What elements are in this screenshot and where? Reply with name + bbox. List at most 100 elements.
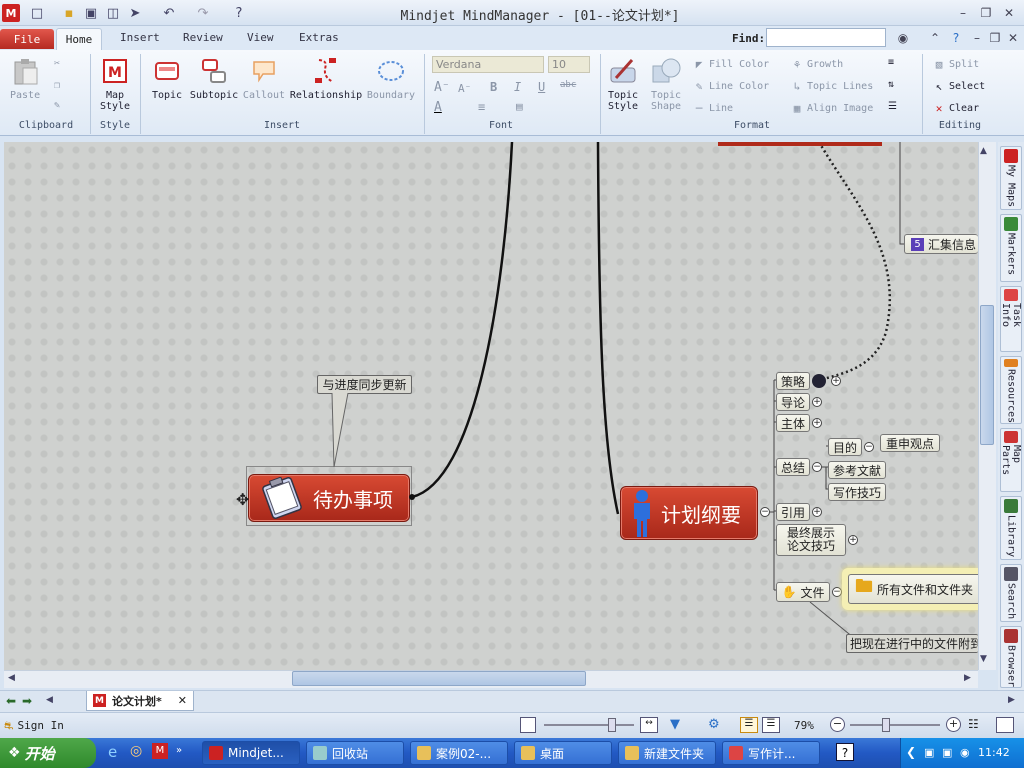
sign-in-button[interactable]: ⛐ Sign In bbox=[4, 719, 64, 734]
map-view-icon[interactable]: ☰ bbox=[740, 717, 758, 733]
topic-citation[interactable]: 引用 bbox=[776, 503, 810, 521]
subtopic-restate[interactable]: 重申观点 bbox=[880, 434, 940, 452]
forward-arrow-icon[interactable]: ➡ bbox=[22, 694, 32, 708]
zoom-in-icon[interactable]: + bbox=[946, 717, 961, 732]
fit-map-icon[interactable]: ↔ bbox=[640, 717, 658, 733]
numbering-icon[interactable]: ☰ bbox=[888, 101, 897, 112]
sort-icon[interactable]: ⇅ bbox=[888, 79, 894, 90]
display-icon[interactable]: ▣ bbox=[942, 746, 952, 759]
restore-button[interactable]: ❐ bbox=[975, 4, 997, 22]
align-icon[interactable]: ≡ bbox=[478, 100, 485, 114]
growth-button[interactable]: ⚘ Growth bbox=[790, 57, 843, 71]
font-size-select[interactable]: 10 bbox=[548, 56, 590, 73]
undo-icon[interactable]: ↶ bbox=[160, 4, 178, 22]
bullets-icon[interactable]: ≡ bbox=[888, 57, 894, 68]
topic-lines-button[interactable]: ↳ Topic Lines bbox=[790, 79, 874, 93]
zoom-slider-thumb[interactable] bbox=[882, 718, 890, 732]
expand-toggle[interactable]: + bbox=[812, 507, 822, 517]
tab-extras[interactable]: Extras bbox=[299, 31, 339, 49]
side-tab-browser[interactable]: Browser bbox=[1000, 626, 1022, 688]
topic-intro[interactable]: 导论 bbox=[776, 393, 810, 411]
topic-collect-info[interactable]: 5 汇集信息 bbox=[904, 234, 978, 254]
find-input[interactable] bbox=[766, 28, 886, 47]
expand-toggle[interactable]: + bbox=[812, 397, 822, 407]
back-arrow-icon[interactable]: ⬅ bbox=[6, 694, 16, 708]
send-icon[interactable]: ➤ bbox=[126, 4, 144, 22]
side-tab-task-info[interactable]: Task Info bbox=[1000, 286, 1022, 352]
horizontal-scroll-thumb[interactable] bbox=[292, 671, 586, 686]
map-style-button[interactable]: M Map Style bbox=[96, 56, 134, 112]
line-button[interactable]: ─ Line bbox=[692, 101, 733, 115]
close-button[interactable]: ✕ bbox=[998, 4, 1020, 22]
central-topic-plan[interactable]: 计划纲要 bbox=[620, 486, 758, 540]
bold-icon[interactable]: B bbox=[490, 80, 497, 94]
ribbon-collapse-icon[interactable]: ⌃ bbox=[924, 29, 946, 47]
taskbar-item-new-folder[interactable]: 新建文件夹 bbox=[618, 741, 716, 765]
expand-toggle[interactable]: + bbox=[831, 376, 841, 386]
doc-close-button[interactable]: ✕ bbox=[1002, 29, 1024, 47]
mindmanager-quicklaunch-icon[interactable]: M bbox=[152, 743, 168, 759]
side-tab-resources[interactable]: Resources bbox=[1000, 356, 1022, 424]
clear-button[interactable]: ✕ Clear bbox=[932, 101, 979, 115]
fit-page-icon[interactable]: ☷ bbox=[968, 717, 979, 731]
help-icon[interactable]: ? bbox=[945, 29, 967, 47]
subtopic-references[interactable]: 参考文献 bbox=[828, 461, 886, 479]
new-file-icon[interactable]: □ bbox=[28, 4, 46, 22]
central-topic-todo[interactable]: 待办事项 bbox=[248, 474, 410, 522]
collapse-toggle[interactable]: − bbox=[812, 462, 822, 472]
filter-icon[interactable]: ▼ bbox=[670, 717, 680, 732]
tab-view[interactable]: View bbox=[247, 31, 274, 49]
side-tab-search[interactable]: Search bbox=[1000, 564, 1022, 622]
zoom-slider[interactable] bbox=[850, 724, 940, 726]
side-tab-map-parts[interactable]: Map Parts bbox=[1000, 428, 1022, 492]
format-painter-icon[interactable]: ✎ bbox=[54, 100, 60, 111]
volume-icon[interactable]: ◉ bbox=[960, 746, 970, 759]
scroll-up-icon[interactable]: ▲ bbox=[980, 146, 987, 156]
redo-icon[interactable]: ↷ bbox=[194, 4, 212, 22]
font-name-select[interactable]: Verdana bbox=[432, 56, 544, 73]
vertical-scroll-thumb[interactable] bbox=[980, 305, 994, 445]
minimize-button[interactable]: – bbox=[952, 4, 974, 22]
subtopic-purpose[interactable]: 目的 bbox=[828, 438, 862, 456]
expand-toggle[interactable]: + bbox=[848, 535, 858, 545]
app-icon[interactable]: M bbox=[2, 4, 20, 22]
collapse-toggle[interactable]: − bbox=[864, 442, 874, 452]
expand-toggle[interactable]: + bbox=[812, 418, 822, 428]
tab-file[interactable]: File bbox=[0, 29, 54, 49]
topic-body[interactable]: 主体 bbox=[776, 414, 810, 432]
network-icon[interactable]: ▣ bbox=[924, 746, 934, 759]
subtopic-writing-tips[interactable]: 写作技巧 bbox=[828, 483, 886, 501]
topic-files[interactable]: ✋ 文件 bbox=[776, 582, 830, 602]
copy-icon[interactable]: ❐ bbox=[54, 80, 60, 91]
scroll-right-icon[interactable]: ▶ bbox=[964, 673, 971, 683]
fill-color-button[interactable]: ◤ Fill Color bbox=[692, 57, 770, 71]
zoom-out-icon[interactable]: − bbox=[830, 717, 845, 732]
align-image-button[interactable]: ▦ Align Image bbox=[790, 101, 874, 115]
close-tab-icon[interactable]: ✕ bbox=[178, 694, 187, 707]
panel-toggle-icon[interactable] bbox=[996, 717, 1014, 733]
scroll-down-icon[interactable]: ▼ bbox=[980, 654, 987, 664]
level-slider-thumb[interactable] bbox=[608, 718, 616, 732]
collapse-toggle[interactable]: − bbox=[760, 507, 770, 517]
topic-button[interactable]: Topic bbox=[150, 56, 184, 101]
tab-insert[interactable]: Insert bbox=[120, 31, 160, 49]
relationship-button[interactable]: Relationship bbox=[290, 56, 362, 101]
underline-icon[interactable]: U bbox=[538, 80, 545, 94]
layout-icon[interactable]: ⚙ bbox=[708, 717, 720, 732]
side-tab-markers[interactable]: Markers bbox=[1000, 214, 1022, 282]
collapse-toggle[interactable]: − bbox=[832, 587, 842, 597]
save-icon[interactable]: ▣ bbox=[82, 4, 100, 22]
topic-strategy[interactable]: 策略 bbox=[776, 372, 810, 390]
quicklaunch-more-icon[interactable]: » bbox=[176, 745, 182, 756]
cut-icon[interactable]: ✂ bbox=[54, 58, 60, 69]
taskbar-item-mindjet[interactable]: Mindjet... bbox=[202, 741, 300, 765]
browser-quicklaunch-icon[interactable]: ◎ bbox=[130, 743, 142, 759]
binoculars-icon[interactable]: ◉ bbox=[892, 29, 914, 47]
tab-scroll-right-icon[interactable]: ▶ bbox=[1008, 695, 1015, 705]
tray-expand-icon[interactable]: ❮ bbox=[906, 745, 916, 759]
taskbar-item-desktop[interactable]: 桌面 bbox=[514, 741, 612, 765]
tab-home[interactable]: Home bbox=[56, 28, 102, 50]
note-callout[interactable]: 把现在进行中的文件附到 bbox=[846, 634, 978, 653]
taskbar-item-case[interactable]: 案例02-... bbox=[410, 741, 508, 765]
callout-topic[interactable]: 与进度同步更新 bbox=[317, 375, 412, 394]
